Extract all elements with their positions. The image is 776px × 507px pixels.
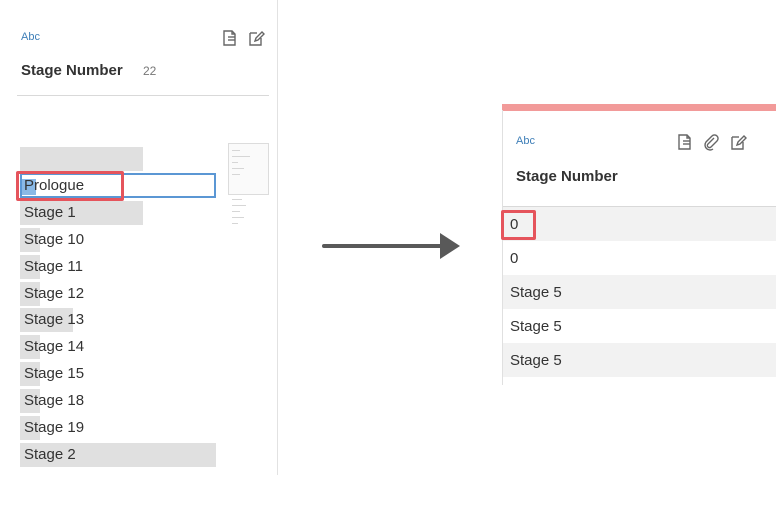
arrow-icon-shaft [322, 244, 444, 248]
callout-highlight [16, 171, 124, 201]
data-type-label[interactable]: Abc [516, 135, 535, 147]
grid-cell[interactable]: 0 [503, 241, 776, 275]
value-label: Stage 15 [24, 365, 85, 382]
value-label: Stage 19 [24, 419, 85, 436]
grid-cell[interactable]: Stage 5 [503, 343, 776, 377]
overview-ticks [232, 150, 262, 190]
field-name[interactable]: Stage Number [516, 168, 618, 185]
edit-icon[interactable] [729, 133, 747, 151]
profile-card: Abc Stage Number 22 Prologue Stage 1 Stage… [0, 0, 278, 475]
callout-highlight [501, 210, 536, 240]
value-label: Stage 11 [24, 258, 83, 275]
grid-cell[interactable]: Stage 5 [503, 275, 776, 309]
value-label: Stage 10 [24, 231, 85, 248]
value-label: Stage 18 [24, 392, 85, 409]
grid-cell[interactable]: Stage 5 [503, 309, 776, 343]
overview-ticks-lower [232, 199, 252, 239]
profile-options-icon[interactable] [676, 133, 694, 151]
value-label: Stage 14 [24, 338, 85, 355]
value-label: Stage 13 [24, 311, 85, 328]
value-bar[interactable] [20, 147, 143, 171]
data-grid-column: Abc Stage Number 0 0 Stage 5 Stage 5 Sta… [501, 110, 776, 385]
value-label: Stage 2 [24, 446, 76, 463]
arrow-right-icon [440, 233, 460, 259]
attach-icon[interactable] [702, 133, 720, 151]
value-label: Stage 1 [24, 204, 76, 221]
grid-cell[interactable]: 0 [503, 207, 776, 241]
value-label: Stage 12 [24, 285, 85, 302]
